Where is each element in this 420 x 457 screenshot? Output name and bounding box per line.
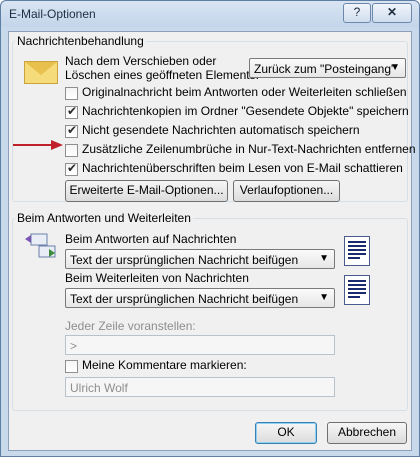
reply-preview-icon xyxy=(344,236,370,266)
forward-label: Beim Weiterleiten von Nachrichten xyxy=(65,271,249,285)
advanced-email-options-button[interactable]: Erweiterte E-Mail-Optionen... xyxy=(65,180,228,202)
reply-forward-icon xyxy=(25,233,56,258)
prefix-label: Jeder Zeile voranstellen: xyxy=(65,319,196,333)
after-move-label-line2: Löschen eines geöffneten Elements: xyxy=(65,68,259,82)
after-move-select[interactable]: Zurück zum "Posteingang" ▼ xyxy=(249,58,406,78)
reply-value: Text der ursprünglichen Nachricht beifüg… xyxy=(70,253,299,267)
comment-name-input[interactable]: Ulrich Wolf xyxy=(65,377,335,397)
comment-name-value: Ulrich Wolf xyxy=(70,381,128,395)
remove-line-breaks-label: Zusätzliche Zeilenumbrüche in Nur-Text-N… xyxy=(82,142,416,156)
chevron-down-icon: ▼ xyxy=(390,62,400,73)
prefix-input[interactable]: > xyxy=(65,335,335,355)
reply-label: Beim Antworten auf Nachrichten xyxy=(65,232,237,246)
email-options-dialog: E-Mail-Optionen ? ✕ Nachrichtenbehandlun… xyxy=(0,0,420,457)
title-bar: E-Mail-Optionen ? ✕ xyxy=(1,1,419,27)
dialog-body: Nachrichtenbehandlung Nach dem Verschieb… xyxy=(8,31,416,451)
chevron-down-icon: ▼ xyxy=(319,253,329,264)
forward-value: Text der ursprünglichen Nachricht beifüg… xyxy=(70,292,299,306)
reply-select[interactable]: Text der ursprünglichen Nachricht beifüg… xyxy=(65,249,335,269)
message-handling-label: Nachrichtenbehandlung xyxy=(15,34,146,48)
mark-comments-checkbox[interactable] xyxy=(65,360,78,373)
tracking-options-button[interactable]: Verlaufoptionen... xyxy=(233,180,340,202)
envelope-icon xyxy=(24,61,58,84)
ok-button[interactable]: OK xyxy=(255,422,317,444)
shade-headers-label: Nachrichtenüberschriften beim Lesen von … xyxy=(82,161,403,175)
close-original-label: Originalnachricht beim Antworten oder We… xyxy=(82,85,407,99)
after-move-label-line1: Nach dem Verschieben oder xyxy=(65,54,217,68)
reply-forward-label: Beim Antworten und Weiterleiten xyxy=(15,211,193,225)
forward-select[interactable]: Text der ursprünglichen Nachricht beifüg… xyxy=(65,288,335,308)
shade-headers-checkbox[interactable] xyxy=(65,161,78,176)
help-button[interactable]: ? xyxy=(343,3,371,23)
remove-line-breaks-checkbox[interactable] xyxy=(65,144,78,157)
red-arrow-icon xyxy=(13,140,63,150)
forward-preview-icon xyxy=(344,275,370,305)
chevron-down-icon: ▼ xyxy=(319,292,329,303)
prefix-value: > xyxy=(70,339,78,353)
save-copies-checkbox[interactable] xyxy=(65,104,78,119)
after-move-value: Zurück zum "Posteingang" xyxy=(254,62,396,76)
autosave-unsent-checkbox[interactable] xyxy=(65,123,78,138)
save-copies-label: Nachrichtenkopien im Ordner "Gesendete O… xyxy=(82,104,409,118)
window-title: E-Mail-Optionen xyxy=(9,7,96,21)
mark-comments-label: Meine Kommentare markieren: xyxy=(82,358,247,372)
autosave-unsent-label: Nicht gesendete Nachrichten automatisch … xyxy=(82,123,360,137)
close-original-checkbox[interactable] xyxy=(65,87,78,100)
close-button[interactable]: ✕ xyxy=(372,3,412,23)
cancel-button[interactable]: Abbrechen xyxy=(327,422,407,444)
